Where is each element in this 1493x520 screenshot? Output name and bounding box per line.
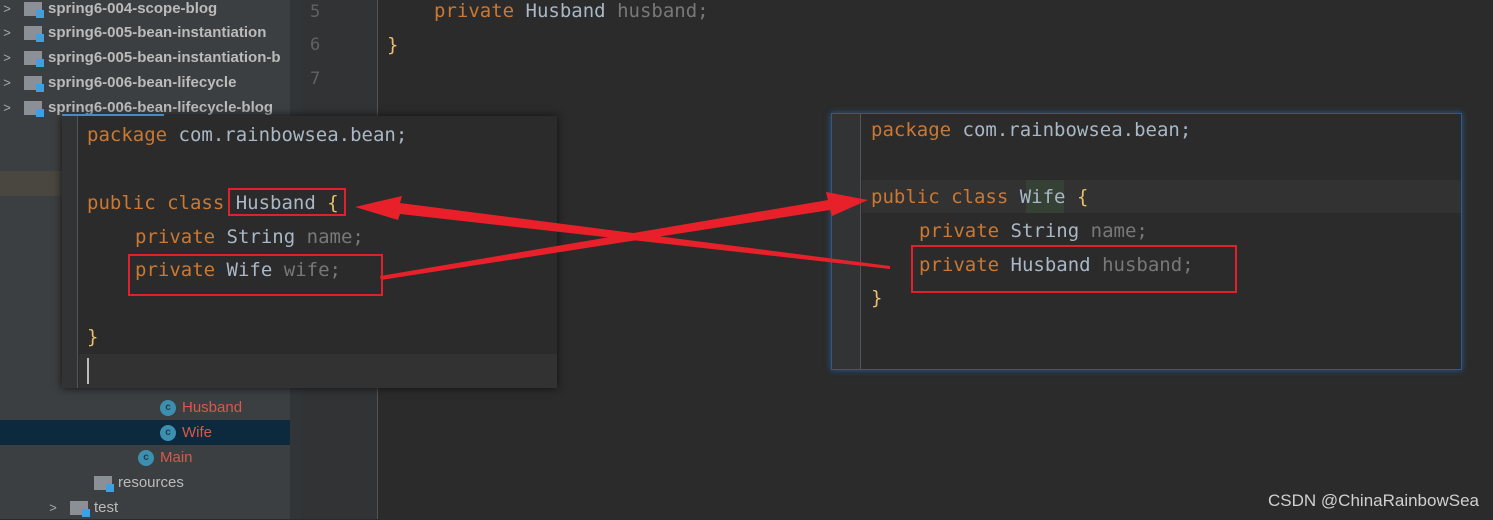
arrow-to-wife-class	[380, 192, 868, 280]
annotation-arrows	[355, 192, 890, 280]
watermark: CSDN @ChinaRainbowSea	[1268, 491, 1479, 510]
